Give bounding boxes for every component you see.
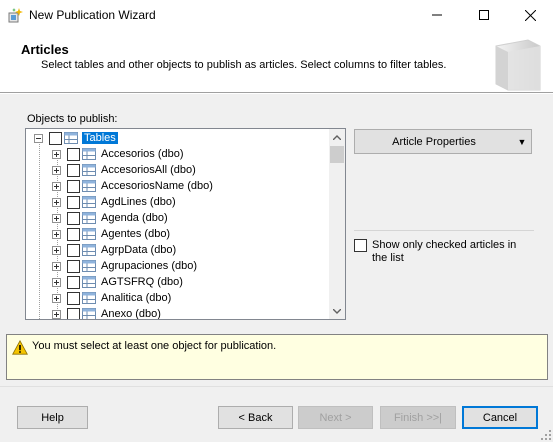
validation-message-text: You must select at least one object for … bbox=[32, 340, 277, 352]
tree-item-checkbox[interactable] bbox=[67, 259, 80, 273]
expand-icon[interactable] bbox=[52, 181, 61, 191]
warning-icon bbox=[12, 340, 28, 355]
expand-icon[interactable] bbox=[52, 149, 61, 159]
back-button[interactable]: < Back bbox=[218, 406, 293, 429]
tree-item-checkbox[interactable] bbox=[67, 179, 80, 193]
tree-item-label[interactable]: Accesorios (dbo) bbox=[101, 148, 184, 160]
next-button[interactable]: Next > bbox=[298, 406, 373, 429]
page-description: Select tables and other objects to publi… bbox=[41, 59, 447, 71]
tree-item-label[interactable]: Analitica (dbo) bbox=[101, 292, 171, 304]
expand-icon[interactable] bbox=[52, 165, 61, 175]
dropdown-arrow-icon: ▼ bbox=[517, 136, 527, 147]
tree-item-checkbox[interactable] bbox=[67, 307, 80, 319]
tree-root-row[interactable]: Tables bbox=[34, 130, 118, 146]
tree-item-label[interactable]: AccesoriosAll (dbo) bbox=[101, 164, 196, 176]
tree-item-label[interactable]: Anexo (dbo) bbox=[101, 308, 161, 319]
close-button[interactable] bbox=[507, 0, 553, 30]
tree-item-checkbox[interactable] bbox=[67, 291, 80, 305]
chevron-down-icon bbox=[333, 308, 341, 314]
tree-item[interactable]: AgdLines (dbo) bbox=[52, 194, 176, 210]
expand-icon[interactable] bbox=[52, 229, 61, 239]
table-icon bbox=[82, 308, 96, 319]
minimize-button[interactable] bbox=[414, 0, 460, 30]
header-divider-highlight bbox=[0, 93, 553, 94]
tree-root-checkbox[interactable] bbox=[49, 131, 62, 145]
table-icon bbox=[82, 196, 96, 208]
table-icon bbox=[82, 148, 96, 160]
table-icon bbox=[82, 244, 96, 256]
expand-icon[interactable] bbox=[52, 277, 61, 287]
tree-item[interactable]: Agrupaciones (dbo) bbox=[52, 258, 197, 274]
tree-guide-line bbox=[39, 141, 40, 319]
minimize-icon bbox=[432, 14, 442, 16]
table-icon bbox=[82, 292, 96, 304]
tree-root-label[interactable]: Tables bbox=[82, 132, 118, 144]
tree-item[interactable]: Anexo (dbo) bbox=[52, 306, 161, 319]
tree-item-label[interactable]: Agrupaciones (dbo) bbox=[101, 260, 197, 272]
scroll-up-button[interactable] bbox=[329, 129, 345, 145]
tree-item[interactable]: AgrpData (dbo) bbox=[52, 242, 176, 258]
cancel-button[interactable]: Cancel bbox=[462, 406, 538, 429]
objects-label: Objects to publish: bbox=[27, 113, 118, 125]
tree-item[interactable]: AGTSFRQ (dbo) bbox=[52, 274, 183, 290]
table-icon bbox=[82, 164, 96, 176]
tree-item-checkbox[interactable] bbox=[67, 275, 80, 289]
expand-icon[interactable] bbox=[52, 261, 61, 271]
tree-item[interactable]: Agentes (dbo) bbox=[52, 226, 170, 242]
table-icon bbox=[82, 228, 96, 240]
page-title: Articles bbox=[21, 42, 69, 57]
tree-scrollbar[interactable] bbox=[329, 129, 345, 319]
tree-item-checkbox[interactable] bbox=[67, 147, 80, 161]
tree-item-checkbox[interactable] bbox=[67, 227, 80, 241]
expand-icon[interactable] bbox=[52, 213, 61, 223]
table-folder-icon bbox=[64, 132, 78, 144]
tree-item-label[interactable]: AGTSFRQ (dbo) bbox=[101, 276, 183, 288]
tree-item[interactable]: AccesoriosName (dbo) bbox=[52, 178, 213, 194]
show-only-checked-label[interactable]: Show only checked articles in the list bbox=[372, 239, 532, 265]
tree-item-checkbox[interactable] bbox=[67, 243, 80, 257]
footer-divider bbox=[0, 386, 553, 387]
tree-item-checkbox[interactable] bbox=[67, 195, 80, 209]
tree-item-checkbox[interactable] bbox=[67, 211, 80, 225]
collapse-icon[interactable] bbox=[34, 133, 43, 143]
resize-grip-icon[interactable] bbox=[541, 430, 551, 440]
expand-icon[interactable] bbox=[52, 309, 61, 319]
tree-item[interactable]: Agenda (dbo) bbox=[52, 210, 168, 226]
chevron-up-icon bbox=[333, 134, 341, 140]
expand-icon[interactable] bbox=[52, 197, 61, 207]
tree-item[interactable]: AccesoriosAll (dbo) bbox=[52, 162, 196, 178]
wizard-icon bbox=[8, 8, 23, 23]
finish-button[interactable]: Finish >>| bbox=[380, 406, 456, 429]
tree-item-checkbox[interactable] bbox=[67, 163, 80, 177]
table-icon bbox=[82, 260, 96, 272]
tree-item-label[interactable]: Agenda (dbo) bbox=[101, 212, 168, 224]
expand-icon[interactable] bbox=[52, 245, 61, 255]
tree-item[interactable]: Accesorios (dbo) bbox=[52, 146, 184, 162]
article-properties-label: Article Properties bbox=[392, 135, 476, 148]
scroll-down-button[interactable] bbox=[329, 303, 345, 319]
table-icon bbox=[82, 212, 96, 224]
scroll-thumb[interactable] bbox=[330, 146, 344, 163]
maximize-icon bbox=[479, 10, 489, 20]
book-graphic-icon bbox=[495, 39, 541, 91]
help-button[interactable]: Help bbox=[17, 406, 88, 429]
objects-tree[interactable]: Tables Accesorios (dbo) AccesoriosAll (d… bbox=[25, 128, 346, 320]
tree-item-label[interactable]: AgdLines (dbo) bbox=[101, 196, 176, 208]
tree-item-label[interactable]: AccesoriosName (dbo) bbox=[101, 180, 213, 192]
article-properties-button[interactable]: Article Properties ▼ bbox=[354, 129, 532, 154]
window-title: New Publication Wizard bbox=[29, 8, 156, 22]
tree-item[interactable]: Analitica (dbo) bbox=[52, 290, 171, 306]
table-icon bbox=[82, 180, 96, 192]
table-icon bbox=[82, 276, 96, 288]
tree-item-label[interactable]: AgrpData (dbo) bbox=[101, 244, 176, 256]
show-only-checked-checkbox[interactable] bbox=[354, 239, 367, 252]
maximize-button[interactable] bbox=[461, 0, 507, 30]
expand-icon[interactable] bbox=[52, 293, 61, 303]
options-divider bbox=[354, 230, 534, 231]
tree-item-label[interactable]: Agentes (dbo) bbox=[101, 228, 170, 240]
close-icon bbox=[524, 9, 536, 21]
